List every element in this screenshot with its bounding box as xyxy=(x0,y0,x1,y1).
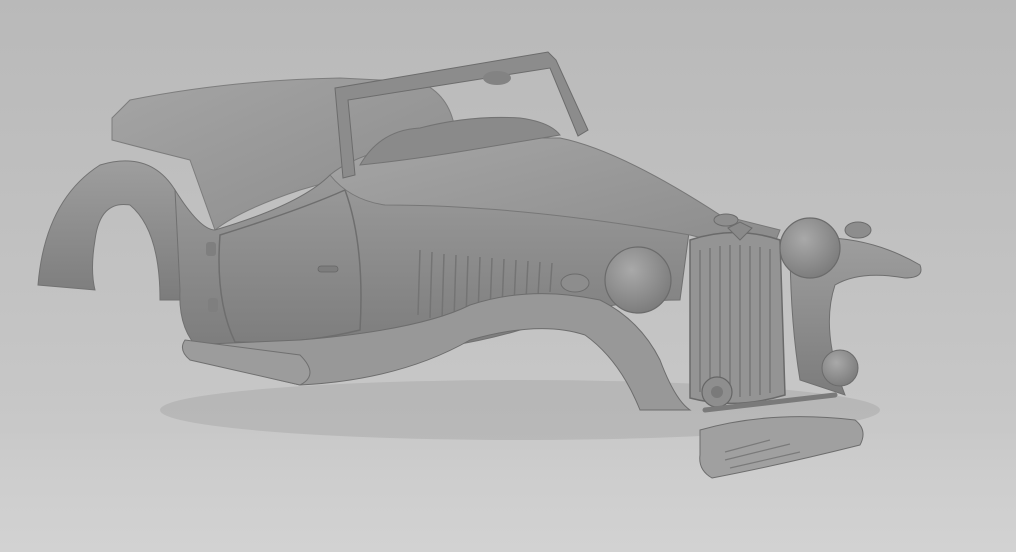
radiator-grille[interactable] xyxy=(689,231,786,405)
horn-center xyxy=(711,386,723,398)
bonnet-latch[interactable] xyxy=(713,213,739,227)
left-side-lamp[interactable] xyxy=(560,273,590,293)
front-apron[interactable] xyxy=(699,416,864,479)
rear-fender[interactable] xyxy=(37,160,192,301)
right-headlamp[interactable] xyxy=(779,217,841,279)
right-side-lamp[interactable] xyxy=(844,221,872,239)
left-headlamp[interactable] xyxy=(604,246,672,314)
3d-viewport[interactable] xyxy=(0,0,1016,552)
door-handle[interactable] xyxy=(317,265,339,273)
fog-lamp[interactable] xyxy=(821,349,859,387)
front-hinge xyxy=(208,298,218,312)
rear-hinge xyxy=(206,242,216,256)
rearview-mirror[interactable] xyxy=(483,71,511,85)
car-body-model[interactable] xyxy=(0,0,1016,552)
